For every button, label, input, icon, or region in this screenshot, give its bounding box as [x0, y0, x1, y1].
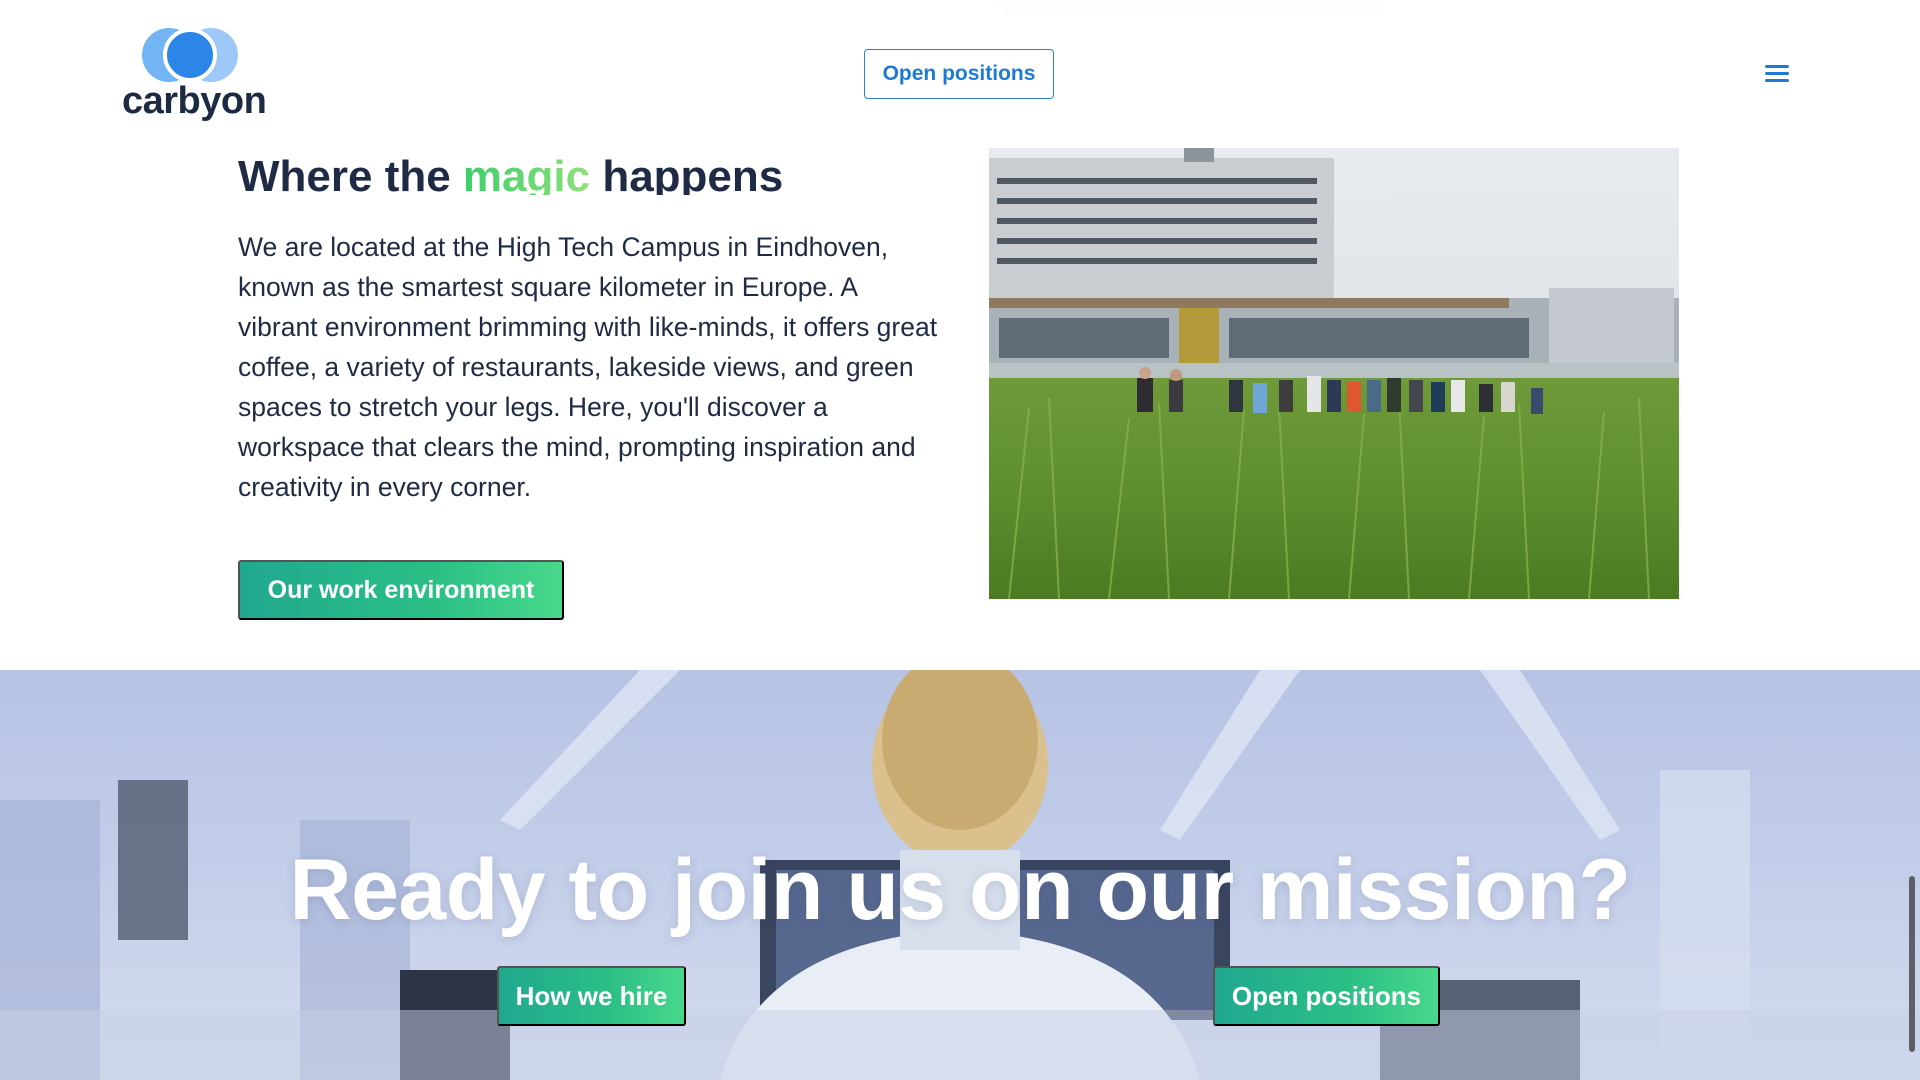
scrollbar-thumb[interactable] [1909, 876, 1915, 1052]
site-header: carbyon Open positions [0, 0, 1920, 125]
heading-prefix: Where the [238, 151, 463, 195]
three-overlapping-circles-logo-icon [142, 28, 238, 82]
banner-title: Ready to join us on our mission? [289, 842, 1631, 939]
heading-highlight: magic [463, 152, 590, 195]
location-description: We are located at the High Tech Campus i… [238, 231, 938, 502]
heading-suffix: happens [590, 151, 784, 195]
campus-photo [989, 148, 1679, 599]
how-we-hire-button[interactable]: How we hire [497, 966, 686, 1026]
logo-wordmark: carbyon [122, 80, 267, 122]
header-open-positions-button[interactable]: Open positions [864, 49, 1054, 99]
our-work-environment-button[interactable]: Our work environment [238, 560, 564, 620]
banner-open-positions-button[interactable]: Open positions [1213, 966, 1440, 1026]
hamburger-menu-icon[interactable] [1762, 62, 1792, 84]
campus-photo-illustration [989, 148, 1679, 599]
carbyon-logo[interactable]: carbyon [122, 24, 267, 124]
page-scrollbar[interactable] [1904, 0, 1920, 1080]
join-mission-banner: Ready to join us on our mission? How we … [0, 670, 1920, 1080]
section-heading: Where the magic happens [238, 149, 783, 195]
page: carbyon Open positions Where the magic h… [0, 0, 1920, 1080]
